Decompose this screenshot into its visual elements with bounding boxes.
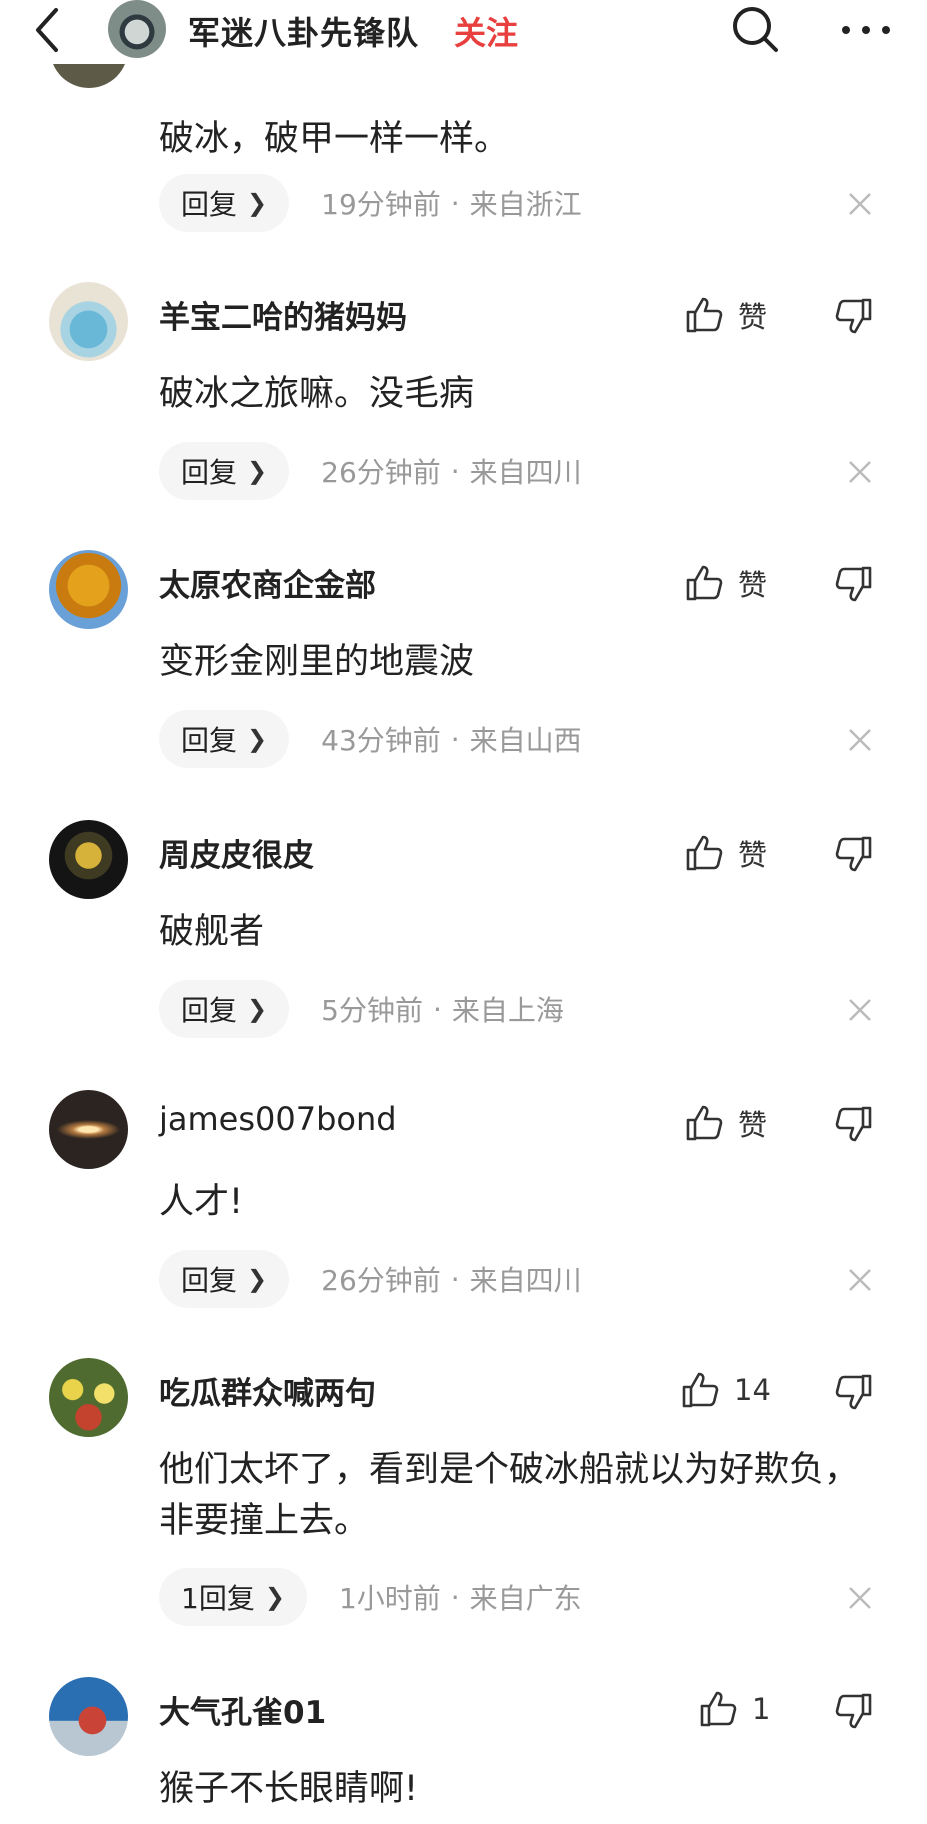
- comment-location: 来自浙江: [469, 188, 582, 221]
- reply-button[interactable]: 回复 ❯: [159, 1250, 290, 1308]
- thumbs-down-icon[interactable]: [834, 834, 874, 874]
- reply-button[interactable]: 1回复 ❯: [159, 1568, 307, 1626]
- thumbs-up-icon: [686, 1105, 723, 1141]
- thumbs-down-icon[interactable]: [834, 1372, 874, 1412]
- follow-button[interactable]: 关注: [454, 8, 518, 54]
- avatar[interactable]: [49, 1677, 128, 1756]
- close-icon[interactable]: [846, 1266, 874, 1294]
- chevron-right-icon: ❯: [247, 995, 268, 1023]
- comment-text: 猴子不长眼睛啊!: [159, 1769, 419, 1809]
- thumbs-up-icon: [686, 835, 723, 871]
- comment-location: 来自四川: [469, 456, 582, 489]
- thumbs-up-icon: [686, 297, 723, 333]
- reply-button[interactable]: 回复 ❯: [159, 980, 290, 1038]
- commenter-name[interactable]: 周皮皮很皮: [159, 830, 314, 875]
- like-button[interactable]: 14: [680, 1370, 771, 1410]
- thumbs-down-icon[interactable]: [834, 1104, 874, 1144]
- chevron-right-icon: ❯: [247, 189, 268, 217]
- comment-time: 26分钟前: [321, 1264, 441, 1297]
- comment-footer: 回复 ❯ 26分钟前 · 来自四川: [159, 442, 582, 500]
- like-label: 赞: [738, 838, 768, 872]
- meta-separator: ·: [450, 1580, 460, 1614]
- reply-label: 回复: [181, 994, 238, 1027]
- comment-time: 43分钟前: [321, 724, 441, 757]
- comment-location: 来自上海: [451, 994, 564, 1027]
- comment-location: 来自四川: [469, 1264, 582, 1297]
- avatar[interactable]: [49, 1090, 128, 1169]
- close-icon[interactable]: [846, 996, 874, 1024]
- like-label: 赞: [738, 568, 768, 602]
- chevron-right-icon: ❯: [264, 1583, 285, 1611]
- comment-text: 破舰者: [159, 912, 265, 952]
- close-icon[interactable]: [846, 458, 874, 486]
- comment-text: 破冰之旅嘛。没毛病: [159, 374, 475, 414]
- like-button[interactable]: 赞: [684, 562, 767, 604]
- thumbs-down-icon[interactable]: [834, 564, 874, 604]
- comment-location: 来自广东: [469, 1582, 582, 1615]
- comment-text: 他们太坏了，看到是个破冰船就以为好欺负，非要撞上去。: [159, 1450, 860, 1541]
- commenter-name[interactable]: james007bond: [159, 1100, 397, 1138]
- comment-location: 来自山西: [469, 724, 582, 757]
- chevron-right-icon: ❯: [247, 1265, 268, 1293]
- comment-time: 5分钟前: [321, 994, 423, 1027]
- close-icon[interactable]: [846, 190, 874, 218]
- thumbs-down-icon[interactable]: [834, 296, 874, 336]
- back-icon[interactable]: [32, 6, 62, 54]
- like-count: 1: [752, 1692, 771, 1726]
- comment-footer: 回复 ❯ 19分钟前 · 来自浙江: [159, 174, 582, 232]
- meta-separator: ·: [450, 454, 460, 488]
- avatar[interactable]: [49, 282, 128, 361]
- comment-footer: 回复 ❯ 26分钟前 · 来自四川: [159, 1250, 582, 1308]
- meta-separator: ·: [450, 1262, 460, 1296]
- commenter-name[interactable]: 羊宝二哈的猪妈妈: [159, 292, 407, 337]
- comment-text: 破冰，破甲一样一样。: [159, 119, 510, 159]
- like-label: 赞: [738, 1108, 768, 1142]
- chevron-right-icon: ❯: [247, 725, 268, 753]
- comment-text: 人才!: [159, 1182, 244, 1222]
- close-icon[interactable]: [846, 1584, 874, 1612]
- comment-footer: 回复 ❯ 5分钟前 · 来自上海: [159, 980, 564, 1038]
- thumbs-down-icon[interactable]: [834, 1691, 874, 1731]
- avatar[interactable]: [49, 1358, 128, 1437]
- meta-separator: ·: [432, 992, 442, 1026]
- avatar[interactable]: [49, 550, 128, 629]
- like-button[interactable]: 1: [698, 1689, 770, 1729]
- thumbs-up-icon: [700, 1691, 737, 1727]
- comment-footer: 1回复 ❯ 1小时前 · 来自广东: [159, 1568, 582, 1626]
- meta-separator: ·: [450, 186, 460, 220]
- commenter-name[interactable]: 太原农商企金部: [159, 560, 376, 605]
- commenter-name[interactable]: 吃瓜群众喊两句: [159, 1368, 376, 1413]
- top-bar: 军迷八卦先锋队 关注: [0, 0, 927, 64]
- comment-time: 26分钟前: [321, 456, 441, 489]
- like-button[interactable]: 赞: [684, 1102, 767, 1144]
- comment-footer: 回复 ❯ 43分钟前 · 来自山西: [159, 710, 582, 768]
- reply-button[interactable]: 回复 ❯: [159, 442, 290, 500]
- comment-time: 1小时前: [338, 1582, 441, 1615]
- avatar[interactable]: [49, 820, 128, 899]
- search-icon[interactable]: [730, 4, 782, 56]
- chevron-right-icon: ❯: [247, 457, 268, 485]
- comment-text: 变形金刚里的地震波: [159, 642, 475, 682]
- account-name[interactable]: 军迷八卦先锋队: [188, 8, 419, 54]
- like-button[interactable]: 赞: [684, 832, 767, 874]
- like-label: 赞: [738, 300, 768, 334]
- close-icon[interactable]: [846, 726, 874, 754]
- thumbs-up-icon: [686, 565, 723, 601]
- reply-label: 回复: [181, 724, 238, 757]
- reply-button[interactable]: 回复 ❯: [159, 174, 290, 232]
- account-avatar[interactable]: [108, 0, 166, 58]
- thumbs-up-icon: [682, 1372, 719, 1408]
- reply-label: 回复: [181, 188, 238, 221]
- reply-button[interactable]: 回复 ❯: [159, 710, 290, 768]
- reply-label: 回复: [181, 1264, 238, 1297]
- reply-label: 回复: [181, 456, 238, 489]
- more-icon[interactable]: [838, 4, 894, 56]
- like-button[interactable]: 赞: [684, 294, 767, 336]
- reply-label: 1回复: [181, 1582, 255, 1615]
- like-count: 14: [734, 1373, 771, 1407]
- comment-time: 19分钟前: [321, 188, 441, 221]
- meta-separator: ·: [450, 722, 460, 756]
- commenter-name[interactable]: 大气孔雀01: [159, 1687, 326, 1732]
